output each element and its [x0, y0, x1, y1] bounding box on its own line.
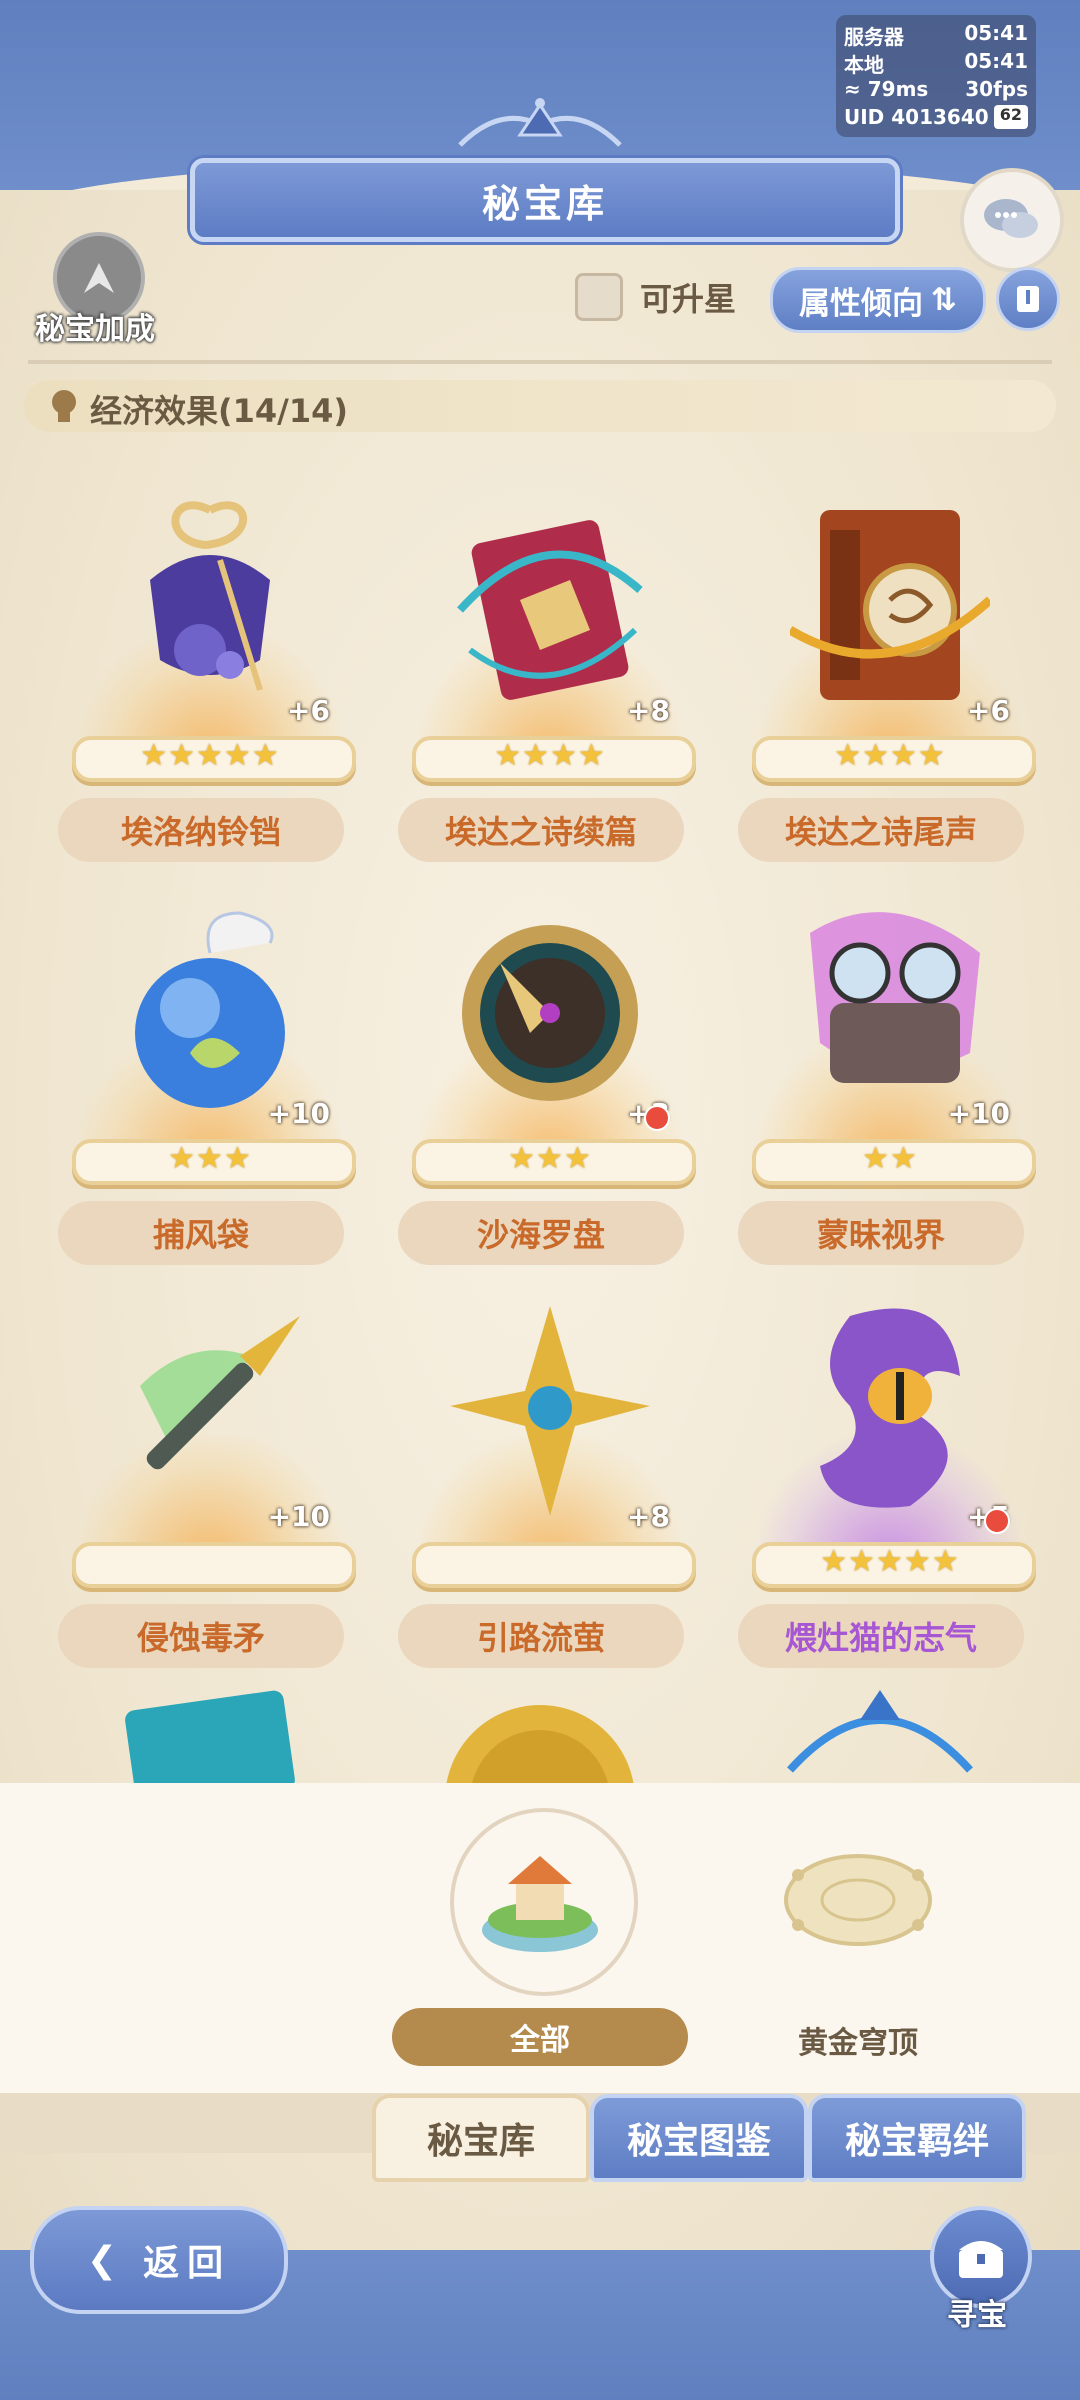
goggles-icon	[810, 912, 980, 1083]
treasure-card[interactable]: +8 引路流萤	[390, 1286, 710, 1686]
cat-eye-icon	[820, 1308, 960, 1508]
treasure-card[interactable]: ★★ +10 蒙昧视界	[730, 883, 1050, 1283]
golden-dome-icon[interactable]	[778, 1845, 938, 1955]
star-rating: ★★	[862, 1141, 918, 1176]
attribute-sort-button[interactable]: 属性倾向 ⇅	[770, 267, 986, 333]
category-all-label[interactable]: 全部	[392, 2008, 688, 2066]
back-button[interactable]: ❮ 返回	[30, 2206, 288, 2314]
treasure-card[interactable]: ★★★★★ +6 埃洛纳铃铛	[50, 480, 370, 880]
fps-value: 30fps	[965, 77, 1028, 101]
back-label: 返回	[143, 2243, 232, 2284]
wifi-icon: ≈	[844, 77, 861, 101]
island-house-icon	[482, 1856, 598, 1952]
star-rating: ★★★★★	[140, 738, 280, 773]
chat-button[interactable]	[960, 168, 1064, 272]
server-label: 服务器	[844, 25, 904, 49]
item-name: 煨灶猫的志气	[738, 1604, 1024, 1668]
teal-book-icon	[125, 1690, 295, 1783]
item-name: 埃洛纳铃铛	[58, 798, 344, 862]
treasure-card[interactable]: ★★★ +10 捕风袋	[50, 883, 370, 1283]
category-golden-dome-label[interactable]: 黄金穹顶	[758, 2018, 958, 2062]
upgradable-label: 可升星	[640, 280, 737, 318]
treasure-card[interactable]: ★★★ +3 沙海罗盘	[390, 883, 710, 1283]
star-rating: ★★★★	[494, 738, 606, 773]
gold-coin-icon	[446, 1705, 634, 1783]
item-pedestal	[412, 1542, 696, 1588]
item-name: 埃达之诗尾声	[738, 798, 1024, 862]
sort-arrows-icon: ⇅	[931, 282, 957, 318]
poison-spear-icon	[140, 1316, 300, 1470]
item-level: +10	[267, 1500, 330, 1533]
star-rating: ★★★	[168, 1141, 252, 1176]
treasure-bonus-button[interactable]: 秘宝加成	[25, 232, 165, 347]
treasure-card[interactable]: ★★★★ +8 埃达之诗续篇	[390, 480, 710, 880]
tab-treasure-codex[interactable]: 秘宝图鉴	[590, 2094, 808, 2182]
upgradable-checkbox[interactable]	[575, 273, 623, 321]
item-name: 埃达之诗续篇	[398, 798, 684, 862]
compass-icon	[462, 925, 638, 1101]
item-level: +10	[947, 1097, 1010, 1130]
back-arrow-icon: ❮	[86, 2239, 126, 2281]
category-all-button[interactable]	[450, 1808, 638, 1996]
crest-ornament-icon	[458, 98, 622, 147]
item-name: 捕风袋	[58, 1201, 344, 1265]
ping-value: 79ms	[867, 77, 929, 101]
item-name: 沙海罗盘	[398, 1201, 684, 1265]
uid-value: UID 4013640	[844, 105, 989, 129]
divider	[28, 360, 1052, 364]
page-title: 秘宝库	[481, 181, 608, 226]
star-rating: ★★★★	[834, 738, 946, 773]
item-name: 引路流萤	[398, 1604, 684, 1668]
tab-treasure-vault[interactable]: 秘宝库	[372, 2094, 590, 2182]
server-time: 05:41	[964, 21, 1028, 45]
tab-treasure-bond[interactable]: 秘宝羁绊	[808, 2094, 1026, 2182]
item-level: +10	[267, 1097, 330, 1130]
notification-dot	[644, 1105, 670, 1131]
star-rating: ★★★	[508, 1141, 592, 1176]
page-title-banner: 秘宝库	[190, 158, 900, 242]
star-rating: ★★★★★	[820, 1544, 960, 1579]
item-level: +6	[287, 694, 330, 727]
item-pedestal	[72, 1542, 356, 1588]
firefly-star-icon	[450, 1306, 650, 1516]
battery-icon: 62	[993, 105, 1028, 129]
status-overlay: 服务器 05:41 本地 05:41 ≈ 79ms 30fps UID 4013640…	[836, 15, 1036, 137]
brown-book-icon	[790, 510, 990, 700]
book-icon	[1017, 286, 1039, 312]
item-name: 蒙昧视界	[738, 1201, 1024, 1265]
local-label: 本地	[844, 53, 884, 77]
blue-lamp-icon	[787, 1690, 973, 1773]
attribute-sort-label: 属性倾向	[799, 285, 923, 322]
red-book-icon	[457, 520, 643, 700]
bonus-label: 秘宝加成	[35, 312, 155, 347]
treasure-card[interactable]: ★★★★ +6 埃达之诗尾声	[730, 480, 1050, 880]
local-time: 05:41	[964, 49, 1028, 73]
chat-bubble-icon	[984, 199, 1038, 238]
treasure-hunt-label: 寻宝	[947, 2298, 1007, 2333]
economy-icon	[52, 390, 76, 422]
item-level: +6	[967, 694, 1010, 727]
codex-button[interactable]	[996, 267, 1060, 331]
item-level: +8	[627, 694, 670, 727]
ribbon-bell-icon	[150, 501, 270, 691]
item-name: 侵蚀毒矛	[58, 1604, 344, 1668]
treasure-hunt-button[interactable]: 寻宝	[922, 2206, 1032, 2346]
item-level: +8	[627, 1500, 670, 1533]
treasure-card[interactable]: +10 侵蚀毒矛	[50, 1286, 370, 1686]
notification-dot	[984, 1508, 1010, 1534]
wind-bag-icon	[135, 911, 285, 1108]
section-title: 经济效果(14/14)	[90, 392, 349, 430]
treasure-card[interactable]: ★★★★★ +5 煨灶猫的志气	[730, 1286, 1050, 1686]
